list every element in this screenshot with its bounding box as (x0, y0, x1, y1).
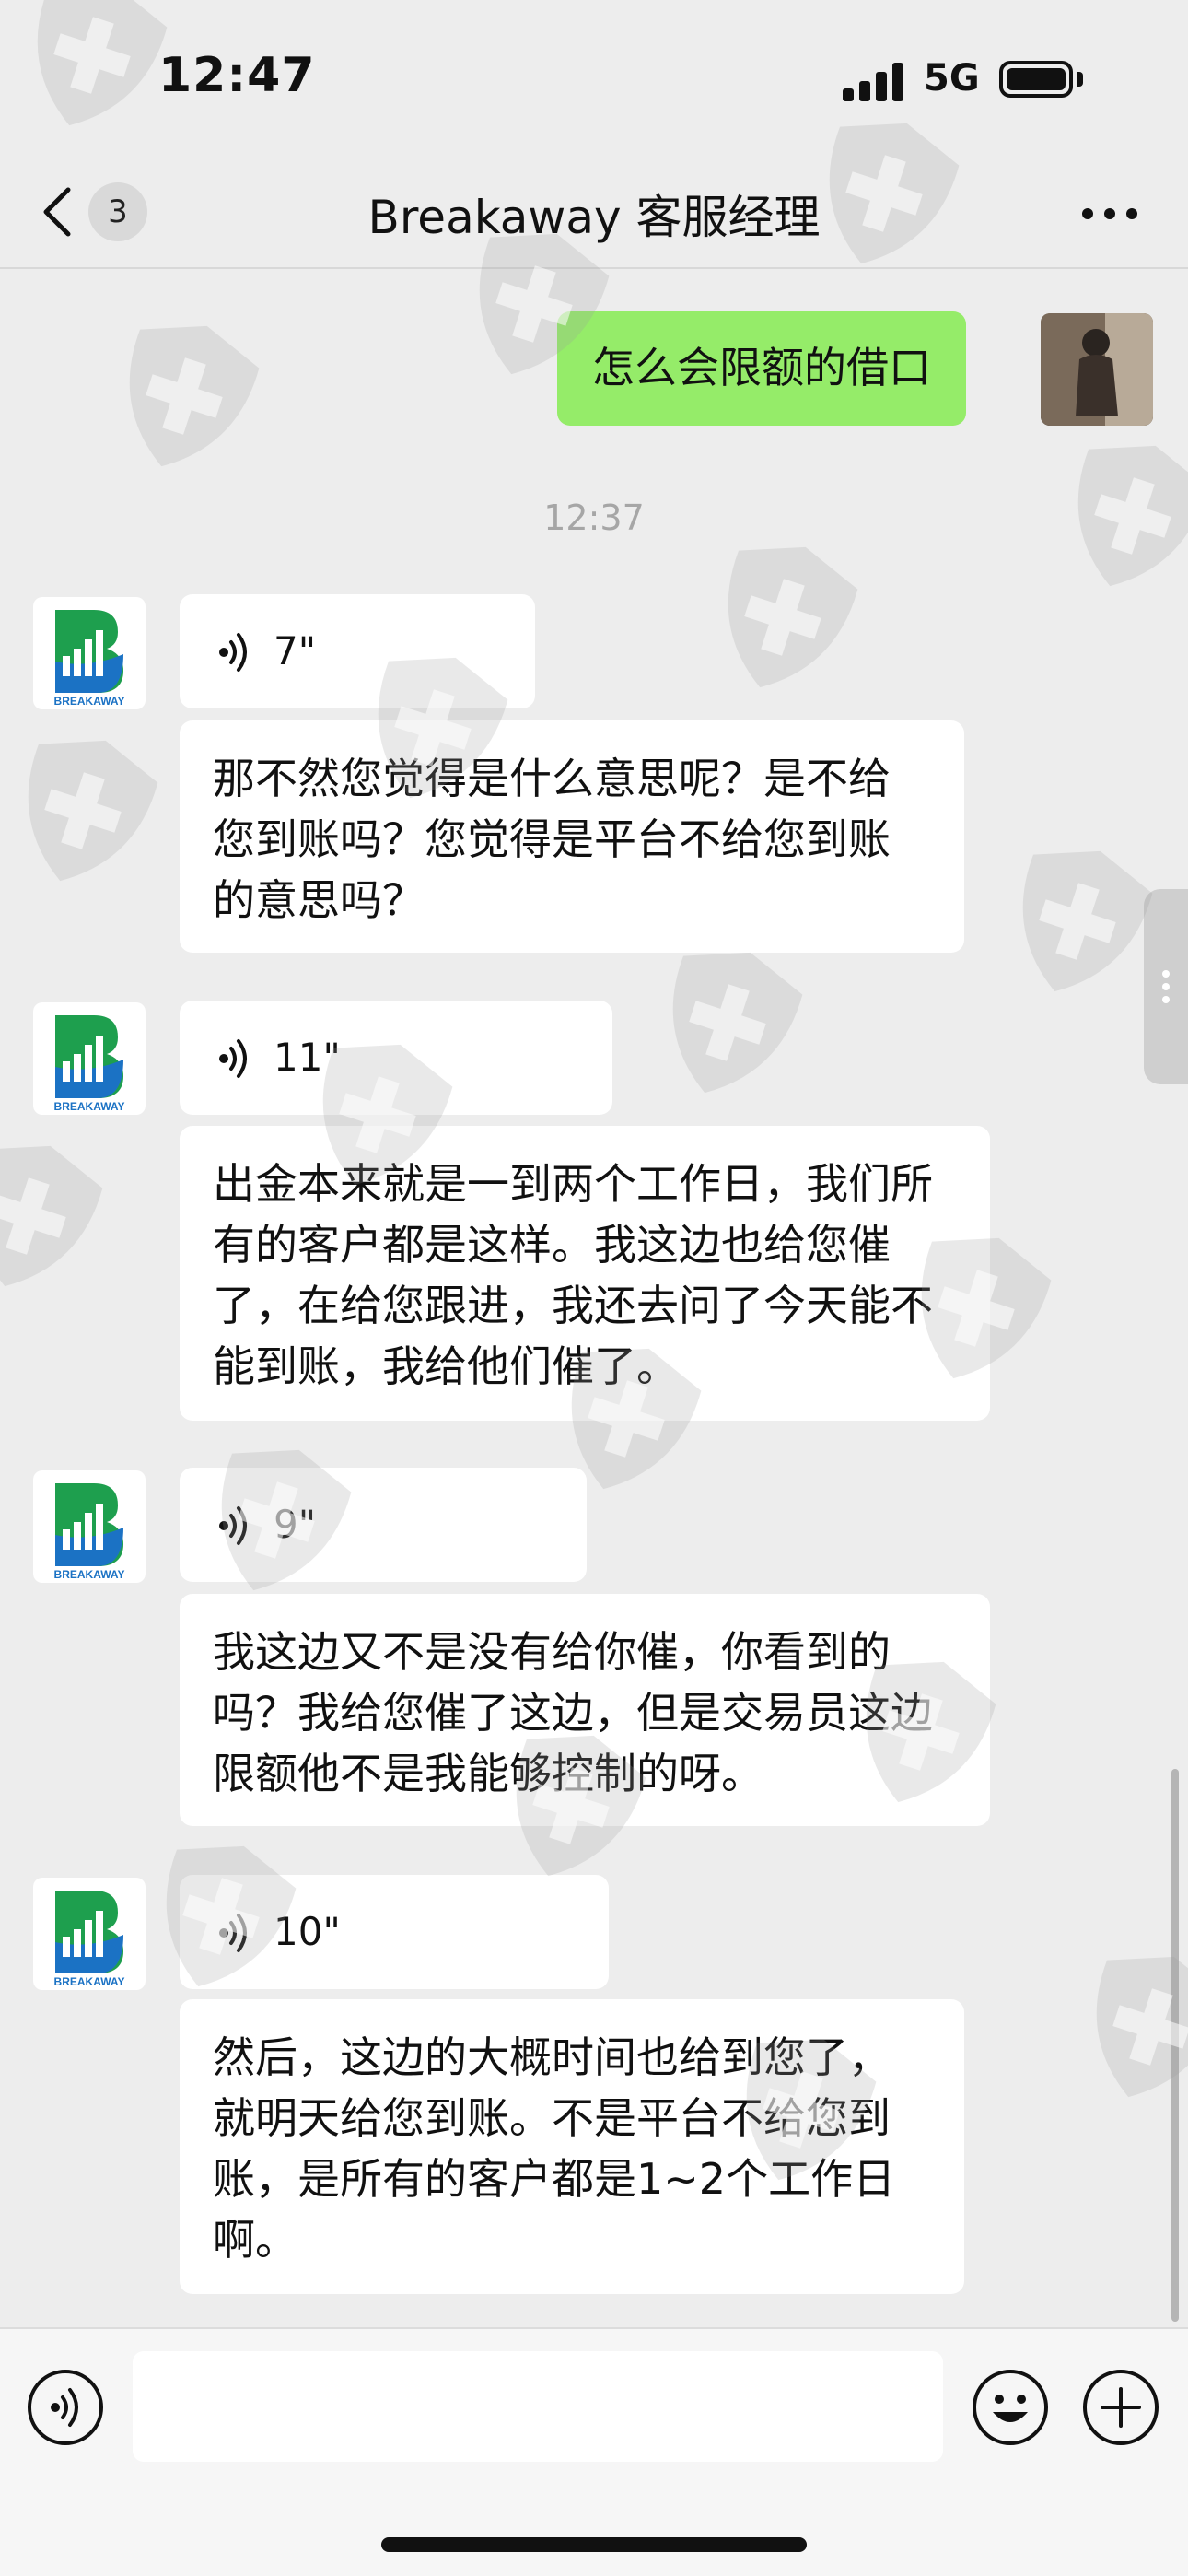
chat-header: 3 Breakaway 客服经理 (0, 157, 1188, 269)
voice-wave-icon (219, 1914, 247, 1952)
voice-duration: 7" (274, 628, 317, 673)
agent-avatar[interactable]: BREAKAWAY (33, 597, 146, 709)
voice-transcript-bubble[interactable]: 我这边又不是没有给你催，你看到的吗？我给您催了这边，但是交易员这边限额他不是我能… (180, 1594, 990, 1826)
chat-title: Breakaway 客服经理 (367, 191, 821, 244)
more-options-button[interactable] (1082, 205, 1137, 223)
voice-transcript-bubble[interactable]: 然后，这边的大概时间也给到您了，就明天给您到账。不是平台不给您到账，是所有的客户… (180, 1999, 964, 2294)
voice-message[interactable]: 10" (180, 1875, 609, 1989)
message-input[interactable] (133, 2351, 943, 2462)
side-drag-handle[interactable] (1144, 889, 1188, 1084)
breakaway-logo: BREAKAWAY (54, 1483, 125, 1581)
voice-duration: 10" (274, 1909, 341, 1954)
voice-wave-icon (219, 1506, 247, 1545)
voice-message[interactable]: 9" (180, 1468, 587, 1582)
voice-transcript-bubble[interactable]: 那不然您觉得是什么意思呢？是不给您到账吗？您觉得是平台不给您到账的意思吗？ (180, 720, 964, 953)
breakaway-logo: BREAKAWAY (54, 1015, 125, 1113)
home-indicator[interactable] (381, 2537, 807, 2552)
status-bar: 12:47 5G (0, 0, 1188, 157)
more-dots-icon (1082, 208, 1093, 219)
breakaway-logo: BREAKAWAY (54, 610, 125, 708)
user-avatar[interactable] (1041, 313, 1153, 426)
svg-text:BREAKAWAY: BREAKAWAY (54, 695, 125, 708)
breakaway-logo: BREAKAWAY (54, 1891, 125, 1988)
network-label: 5G (924, 57, 980, 100)
svg-text:BREAKAWAY: BREAKAWAY (54, 1975, 125, 1988)
voice-message[interactable]: 11" (180, 1001, 612, 1115)
svg-text:BREAKAWAY: BREAKAWAY (54, 1568, 125, 1581)
emoji-icon (993, 2395, 1028, 2422)
voice-toggle-icon (51, 2388, 78, 2427)
battery-tip (1077, 72, 1083, 87)
voice-duration: 9" (274, 1502, 317, 1547)
agent-avatar[interactable]: BREAKAWAY (33, 1878, 146, 1990)
agent-avatar[interactable]: BREAKAWAY (33, 1470, 146, 1583)
plus-icon (1101, 2387, 1141, 2428)
scrollbar[interactable] (1171, 1769, 1179, 2322)
emoji-button[interactable] (973, 2370, 1048, 2445)
message-timestamp: 12:37 (543, 498, 645, 538)
plus-button[interactable] (1083, 2370, 1159, 2445)
voice-transcript-bubble[interactable]: 出金本来就是一到两个工作日，我们所有的客户都是这样。我这边也给您催了，在给您跟进… (180, 1126, 990, 1421)
battery-icon (999, 61, 1073, 98)
agent-avatar[interactable]: BREAKAWAY (33, 1002, 146, 1115)
signal-icon (843, 63, 905, 101)
sent-message-bubble[interactable]: 怎么会限额的借口 (557, 311, 966, 426)
voice-wave-icon (219, 1039, 247, 1078)
voice-message[interactable]: 7" (180, 594, 535, 708)
voice-toggle-button[interactable] (28, 2370, 103, 2445)
svg-text:BREAKAWAY: BREAKAWAY (54, 1100, 125, 1113)
voice-duration: 11" (274, 1035, 341, 1080)
status-time: 12:47 (158, 48, 316, 103)
voice-wave-icon (219, 633, 247, 672)
